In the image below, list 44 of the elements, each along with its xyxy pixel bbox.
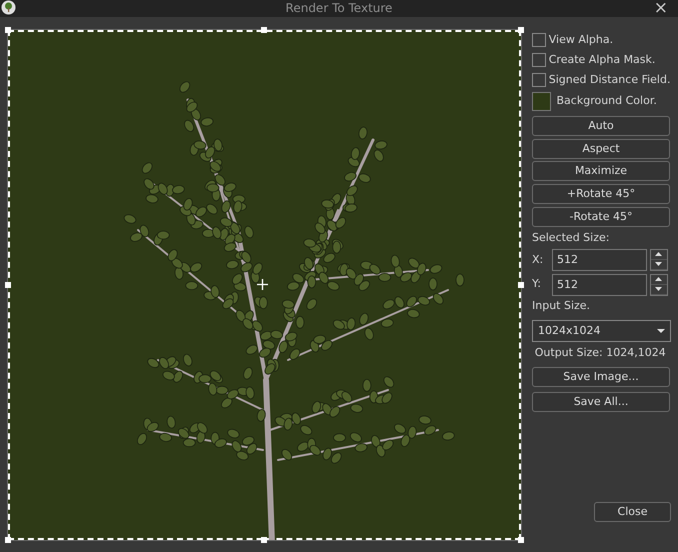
resize-handle[interactable]	[5, 282, 11, 288]
resize-handle[interactable]	[261, 537, 267, 543]
size-input[interactable]: 512	[552, 248, 647, 271]
caret-icon	[657, 329, 665, 334]
resize-handle[interactable]	[261, 27, 267, 33]
checkbox-label: Signed Distance Field.	[548, 72, 670, 88]
view-button[interactable]: Auto	[532, 116, 670, 136]
size-input[interactable]: 512	[552, 274, 647, 296]
up-arrow-icon	[655, 252, 662, 256]
resize-handle[interactable]	[518, 537, 524, 543]
output-size-text: Output Size: 1024,1024	[534, 345, 667, 362]
color-label: Background Color.	[556, 93, 657, 110]
save-button[interactable]: Save All...	[532, 392, 670, 412]
color-swatch[interactable]	[532, 92, 551, 111]
tree-logo-icon	[1, 0, 16, 15]
down-arrow-icon	[655, 287, 662, 291]
spin-up-button[interactable]	[650, 250, 667, 260]
section-label: Selected Size:	[532, 230, 610, 246]
up-arrow-icon	[655, 277, 662, 281]
down-arrow-icon	[655, 262, 662, 266]
resize-handle[interactable]	[5, 537, 11, 543]
checkbox[interactable]	[532, 33, 546, 47]
field-label: Y:	[532, 276, 542, 292]
field-label: X:	[532, 252, 544, 268]
spin-down-button[interactable]	[650, 260, 667, 270]
resize-handle[interactable]	[518, 282, 524, 288]
checkbox[interactable]	[532, 73, 546, 87]
checkbox-label: Create Alpha Mask.	[548, 52, 656, 68]
window-title: Render To Texture	[286, 0, 392, 17]
resize-handle[interactable]	[518, 27, 524, 33]
resize-handle[interactable]	[5, 27, 11, 33]
checkbox[interactable]	[532, 53, 546, 67]
view-button[interactable]: +Rotate 45°	[532, 184, 670, 204]
close-button[interactable]: Close	[594, 502, 671, 522]
spin-down-button[interactable]	[650, 284, 667, 294]
size-dropdown[interactable]: 1024x1024	[532, 320, 671, 342]
save-button[interactable]: Save Image...	[532, 367, 670, 388]
section-label: Input Size.	[532, 298, 592, 314]
view-button[interactable]: Aspect	[532, 138, 670, 158]
crosshair-icon	[257, 279, 268, 290]
view-button[interactable]: Maximize	[532, 161, 670, 182]
checkbox-label: View Alpha.	[548, 32, 614, 48]
view-button[interactable]: -Rotate 45°	[532, 206, 670, 227]
spin-up-button[interactable]	[650, 274, 667, 284]
